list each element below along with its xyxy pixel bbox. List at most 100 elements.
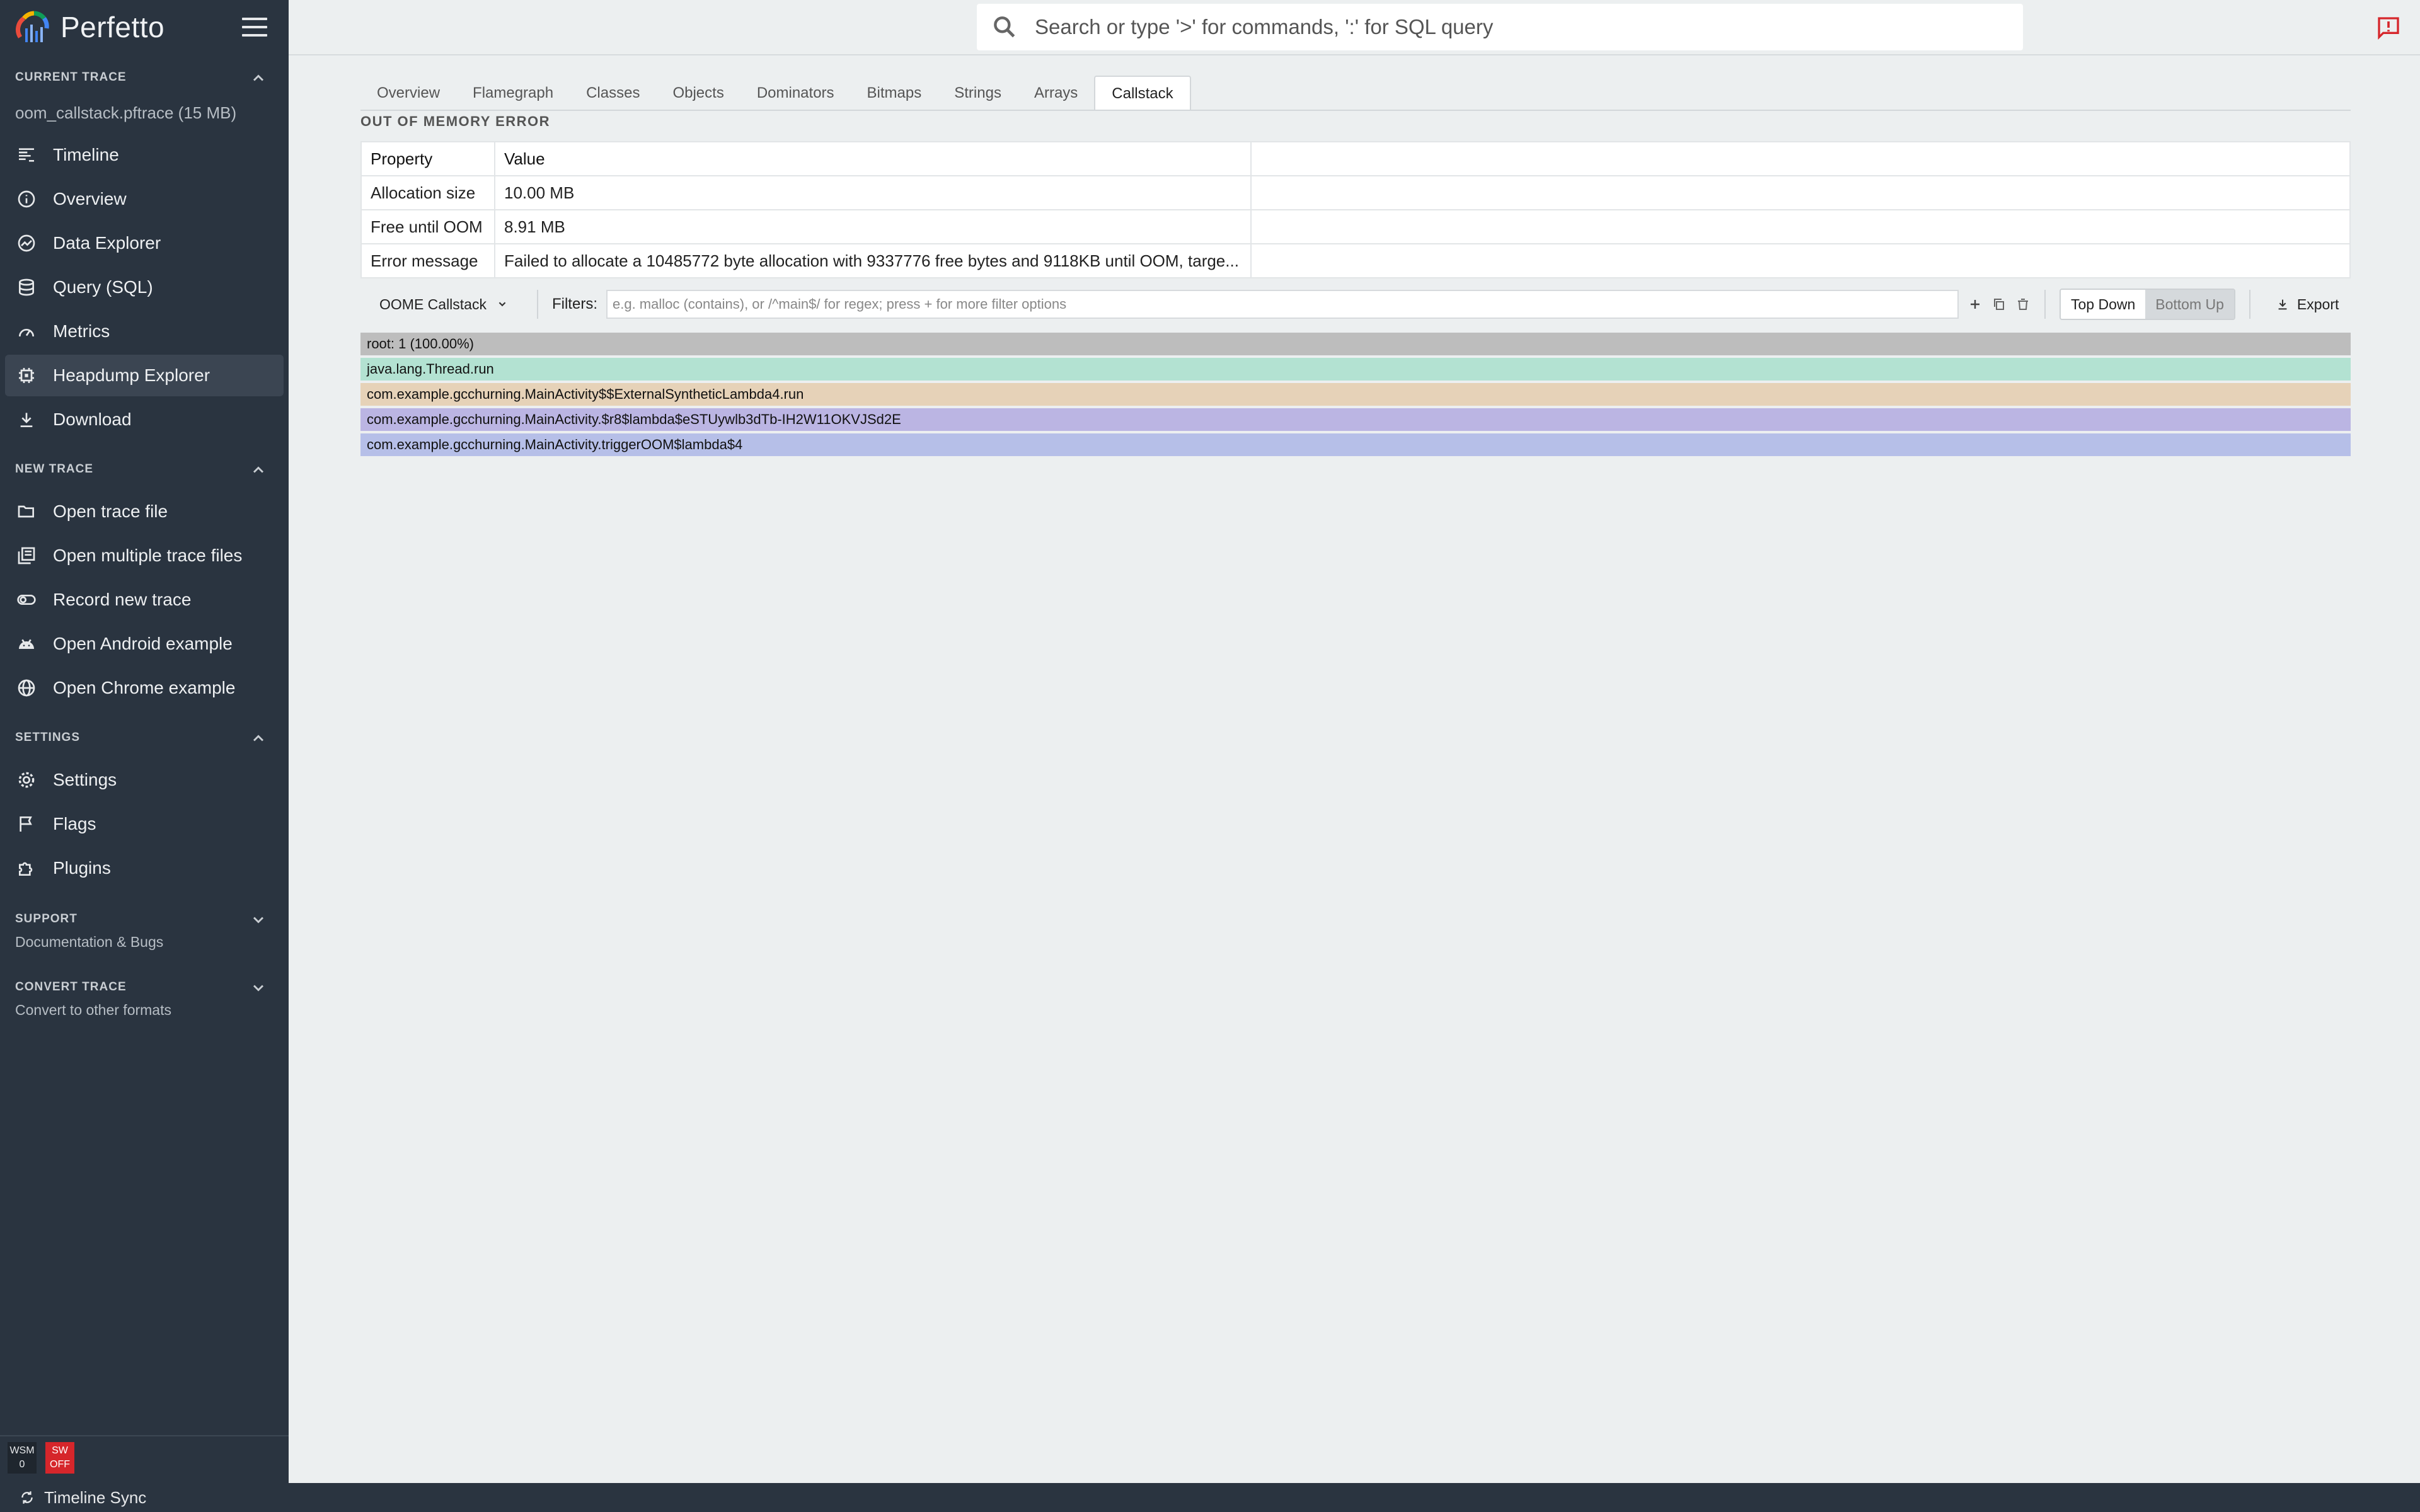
chevron-down-icon[interactable] (250, 979, 267, 997)
wsm-value: 0 (19, 1459, 25, 1470)
sidebar-item-label: Open Android example (53, 634, 233, 653)
callstack-frame[interactable]: com.example.gcchurning.MainActivity$$Ext… (360, 383, 2351, 406)
current-trace-file: oom_callstack.pftrace (15 MB) (15, 103, 237, 122)
section-title-settings[interactable]: SETTINGS (15, 731, 80, 745)
sidebar-item-metrics[interactable]: Metrics (5, 311, 284, 352)
sidebar-item-label: Data Explorer (53, 233, 161, 253)
omnibox[interactable] (977, 4, 2023, 50)
sidebar-item-open-trace-file[interactable]: Open trace file (5, 491, 284, 532)
sidebar-item-plugins[interactable]: Plugins (5, 847, 284, 889)
chevron-down-icon[interactable] (250, 911, 267, 929)
value-cell: 8.91 MB (494, 209, 1252, 244)
chevron-up-icon[interactable] (250, 730, 267, 747)
copy-icon[interactable] (1991, 297, 2007, 312)
add-filter-icon[interactable] (1968, 297, 1983, 312)
value-cell: 10.00 MB (494, 175, 1252, 210)
sidebar-item-label: Timeline (53, 145, 119, 164)
support-subtitle: Documentation & Bugs (15, 934, 164, 950)
chevron-up-icon[interactable] (250, 461, 267, 479)
sidebar-item-label: Heapdump Explorer (53, 365, 210, 385)
sidebar-item-open-android-example[interactable]: Open Android example (5, 623, 284, 665)
info-icon (16, 189, 37, 209)
section-title-oom: OUT OF MEMORY ERROR (360, 113, 551, 129)
callstack-frame[interactable]: com.example.gcchurning.MainActivity.$r8$… (360, 408, 2351, 431)
search-input[interactable] (1035, 15, 1980, 39)
flag-icon (16, 814, 37, 834)
sidebar-item-label: Record new trace (53, 590, 192, 609)
sidebar-item-label: Settings (53, 770, 117, 789)
sidebar-item-open-chrome-example[interactable]: Open Chrome example (5, 667, 284, 709)
column-header-property[interactable]: Property (360, 141, 495, 176)
section-title-new-trace[interactable]: NEW TRACE (15, 462, 93, 476)
tab-divider (360, 110, 2351, 111)
sidebar-item-label: Plugins (53, 858, 111, 878)
sidebar-item-label: Open multiple trace files (53, 546, 243, 565)
tab-dominators[interactable]: Dominators (740, 76, 851, 111)
callstack-select-value: OOME Callstack (379, 295, 487, 312)
top-down-button[interactable]: Top Down (2060, 290, 2146, 319)
sidebar-item-timeline[interactable]: Timeline (5, 134, 284, 176)
sidebar-item-settings[interactable]: Settings (5, 759, 284, 801)
bottom-up-button[interactable]: Bottom Up (2145, 290, 2234, 319)
sidebar-item-label: Metrics (53, 321, 110, 341)
tab-callstack[interactable]: Callstack (1094, 76, 1191, 111)
sidebar-item-download[interactable]: Download (5, 399, 284, 440)
top-bar (289, 0, 2420, 55)
callstack-frame-root[interactable]: root: 1 (100.00%) (360, 333, 2351, 355)
sidebar-item-record-new-trace[interactable]: Record new trace (5, 579, 284, 621)
tab-overview[interactable]: Overview (360, 76, 456, 111)
column-header-empty (1250, 141, 2351, 176)
folder-open-icon (16, 501, 37, 522)
chevron-up-icon[interactable] (250, 69, 267, 87)
sidebar-item-open-multiple-trace-files[interactable]: Open multiple trace files (5, 535, 284, 576)
tab-arrays[interactable]: Arrays (1018, 76, 1094, 111)
table-header-row: Property Value (360, 141, 2351, 176)
sidebar-item-query-sql[interactable]: Query (SQL) (5, 266, 284, 308)
search-icon (994, 16, 1015, 38)
filter-input[interactable] (606, 290, 1959, 319)
export-button[interactable]: Export (2276, 296, 2339, 313)
section-title-convert-trace[interactable]: CONVERT TRACE (15, 980, 127, 994)
property-cell: Free until OOM (360, 209, 495, 244)
extension-icon (16, 858, 37, 878)
query-stats-icon (16, 233, 37, 253)
export-label: Export (2296, 295, 2339, 312)
language-icon (16, 678, 37, 698)
sidebar-divider (0, 1435, 289, 1436)
sidebar-item-heapdump-explorer[interactable]: Heapdump Explorer (5, 355, 284, 396)
column-header-value[interactable]: Value (494, 141, 1252, 176)
tab-flamegraph[interactable]: Flamegraph (456, 76, 570, 111)
chevron-down-icon (498, 302, 506, 307)
sidebar-item-data-explorer[interactable]: Data Explorer (5, 222, 284, 264)
tab-strings[interactable]: Strings (938, 76, 1018, 111)
tab-objects[interactable]: Objects (656, 76, 740, 111)
heapdump-explorer-page: Overview Flamegraph Classes Objects Domi… (289, 57, 2420, 1483)
feedback-icon[interactable] (2376, 15, 2401, 40)
tab-bitmaps[interactable]: Bitmaps (851, 76, 938, 111)
download-icon (2278, 299, 2287, 310)
sidebar-item-label: Query (SQL) (53, 277, 153, 297)
sidebar-item-flags[interactable]: Flags (5, 803, 284, 845)
filters-label: Filters: (551, 295, 597, 312)
property-cell: Error message (360, 243, 495, 278)
sw-state: OFF (50, 1459, 70, 1470)
sw-status-badge[interactable]: SW OFF (45, 1442, 74, 1474)
convert-trace-subtitle: Convert to other formats (15, 1002, 171, 1018)
delete-icon[interactable] (2015, 297, 2031, 312)
sidebar-item-overview[interactable]: Overview (5, 178, 284, 220)
callstack-frame[interactable]: com.example.gcchurning.MainActivity.trig… (360, 433, 2351, 456)
wsm-status-badge[interactable]: WSM 0 (8, 1442, 37, 1474)
sidebar-item-label: Open trace file (53, 501, 168, 521)
timeline-sync-label[interactable]: Timeline Sync (44, 1488, 146, 1508)
callstack-select[interactable]: OOME Callstack (360, 289, 523, 320)
sidebar-item-label: Open Chrome example (53, 678, 236, 697)
section-title-support[interactable]: SUPPORT (15, 912, 78, 926)
status-bar: Timeline Sync (0, 1483, 2420, 1512)
callstack-frame[interactable]: java.lang.Thread.run (360, 358, 2351, 381)
tab-bar: Overview Flamegraph Classes Objects Domi… (360, 76, 1191, 111)
menu-toggle-button[interactable] (242, 18, 267, 37)
section-title-current-trace[interactable]: CURRENT TRACE (15, 71, 127, 84)
speed-icon (16, 321, 37, 341)
oom-property-table: Property Value Allocation size 10.00 MB … (360, 141, 2351, 278)
tab-classes[interactable]: Classes (570, 76, 656, 111)
